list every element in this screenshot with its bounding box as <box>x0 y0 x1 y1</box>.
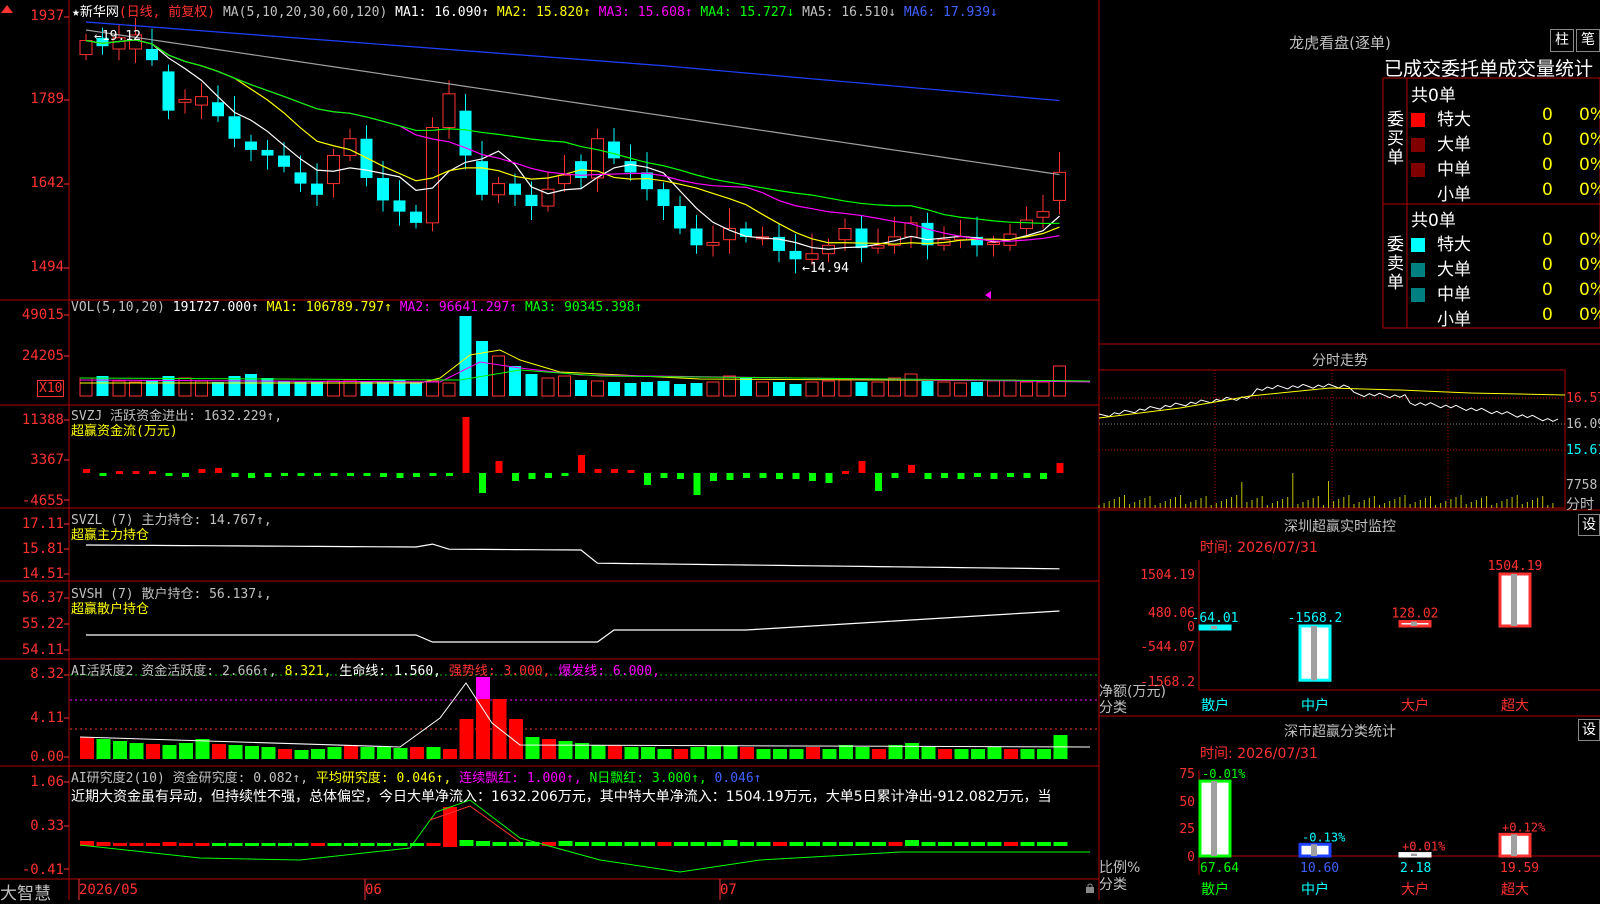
monitor-bar-shade <box>1311 626 1317 681</box>
stats-bar-shade <box>1211 781 1217 856</box>
stats-category: 中户 <box>1301 881 1329 898</box>
monitor-tick: -1568.2 <box>1140 675 1195 690</box>
monitor-tick: 1504.19 <box>1140 568 1195 583</box>
stats-tick: 25 <box>1179 822 1195 837</box>
stats-tick: 75 <box>1179 767 1195 782</box>
monitor-bar-shade <box>1511 574 1517 626</box>
stats-bar-shade <box>1411 853 1417 856</box>
stats-category: 大户 <box>1401 881 1429 898</box>
monitor-category: 大户 <box>1401 697 1429 714</box>
monitor-category: 中户 <box>1301 697 1329 714</box>
stats-category: 散户 <box>1201 881 1229 898</box>
stats-value: 10.60 <box>1300 861 1339 876</box>
monitor-value: 128.02 <box>1392 607 1439 622</box>
stats-change: +0.01% <box>1402 840 1446 854</box>
monitor-category: 散户 <box>1201 697 1229 714</box>
monitor-value: 1504.19 <box>1488 559 1543 574</box>
stats-change: -0.13% <box>1302 830 1346 844</box>
right-charts: 1504.19 480.06 0 -544.07 -1568.2 -64.01 散户 -156… <box>1098 369 1600 898</box>
monitor-category: 超大 <box>1501 698 1529 714</box>
monitor-bar-shade <box>1211 626 1217 629</box>
stats-change: +0.12% <box>1502 820 1546 834</box>
intraday-price <box>1098 383 1559 422</box>
stats-tick: 50 <box>1179 795 1195 810</box>
stats-change: -0.01% <box>1202 767 1246 781</box>
monitor-value: -64.01 <box>1192 611 1239 626</box>
stats-bar-shade <box>1511 834 1517 856</box>
monitor-value: -1568.2 <box>1288 611 1343 626</box>
stats-value: 19.59 <box>1500 861 1539 876</box>
monitor-tick: 480.06 <box>1148 606 1195 621</box>
stats-value: 2.18 <box>1400 861 1431 876</box>
stats-tick: 0 <box>1187 850 1195 865</box>
stats-value: 67.64 <box>1200 861 1239 876</box>
monitor-tick: -544.07 <box>1140 640 1195 655</box>
stats-category: 超大 <box>1501 882 1529 898</box>
stats-bar-shade <box>1311 844 1317 856</box>
monitor-bar-shade <box>1411 621 1417 626</box>
